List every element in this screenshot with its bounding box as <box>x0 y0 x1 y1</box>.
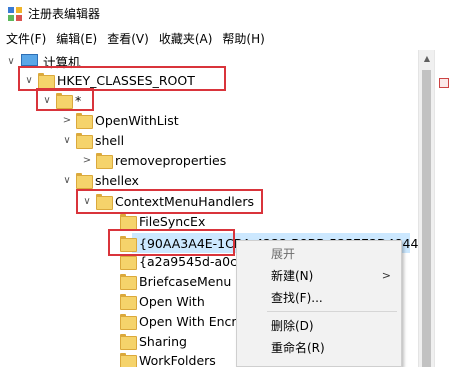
menu-item-new-label: 新建(N) <box>271 269 314 283</box>
menu-help[interactable]: 帮助(H) <box>218 28 268 50</box>
annotation-box-star <box>36 88 94 111</box>
tree-label-shellex: shellex <box>95 172 139 188</box>
chevron-down-icon[interactable]: ∨ <box>4 51 18 71</box>
tree-label-child: FileSyncEx <box>139 213 206 229</box>
values-pane[interactable] <box>434 50 451 367</box>
tree-node-openwithlist[interactable]: > OpenWithList <box>60 110 179 130</box>
menu-separator <box>267 311 397 312</box>
chevron-right-icon[interactable]: > <box>80 150 94 170</box>
chevron-right-icon: > <box>381 269 391 282</box>
folder-icon <box>76 133 93 149</box>
folder-icon <box>120 254 137 270</box>
menu-edit[interactable]: 编辑(E) <box>52 28 101 50</box>
chevron-down-icon[interactable]: ∨ <box>60 170 74 190</box>
menu-item-expand[interactable]: 展开 <box>237 243 401 265</box>
tree-node-removeproperties[interactable]: > removeproperties <box>80 150 226 170</box>
folder-icon <box>120 214 137 230</box>
scroll-up-arrow-icon[interactable]: ▲ <box>419 50 435 66</box>
tree-node-shellex[interactable]: ∨ shellex <box>60 170 139 190</box>
tree-node-child[interactable]: WorkFolders <box>104 350 216 367</box>
tree-node-child[interactable]: Open With <box>104 291 205 311</box>
folder-icon <box>96 153 113 169</box>
window-title: 注册表编辑器 <box>28 7 101 21</box>
folder-icon <box>120 294 137 310</box>
string-value-icon <box>439 78 449 88</box>
tree-node-child[interactable]: FileSyncEx <box>104 211 205 231</box>
tree-label-child: Open With Encry <box>139 313 244 329</box>
annotation-box-selected-key <box>108 229 235 256</box>
tree-label-child: Sharing <box>139 333 187 349</box>
vertical-scrollbar[interactable]: ▲ <box>418 50 434 367</box>
tree-label-child: Open With <box>139 293 205 309</box>
menu-item-rename[interactable]: 重命名(R) <box>237 337 401 359</box>
menu-bar: 文件(F) 编辑(E) 查看(V) 收藏夹(A) 帮助(H) <box>0 28 451 50</box>
tree-label-child: WorkFolders <box>139 352 216 367</box>
folder-icon <box>76 113 93 129</box>
tree-node-child[interactable]: Open With Encry <box>104 311 244 331</box>
folder-icon <box>120 334 137 350</box>
title-bar: 注册表编辑器 <box>0 0 451 28</box>
tree-node-shell[interactable]: ∨ shell <box>60 130 124 150</box>
menu-item-new[interactable]: 新建(N) > <box>237 265 401 287</box>
folder-icon <box>120 314 137 330</box>
menu-file[interactable]: 文件(F) <box>2 28 50 50</box>
folder-icon <box>76 173 93 189</box>
tree-label-child: BriefcaseMenu <box>139 273 232 289</box>
tree-label-openwithlist: OpenWithList <box>95 112 179 128</box>
folder-icon <box>120 274 137 290</box>
chevron-right-icon[interactable]: > <box>60 110 74 130</box>
menu-favorites[interactable]: 收藏夹(A) <box>155 28 217 50</box>
tree-label-shell: shell <box>95 132 125 148</box>
context-menu: 展开 新建(N) > 查找(F)... 删除(D) 重命名(R) <box>236 240 402 367</box>
menu-item-delete[interactable]: 删除(D) <box>237 315 401 337</box>
tree-node-child[interactable]: Sharing <box>104 331 187 351</box>
tree-node-child[interactable]: BriefcaseMenu <box>104 271 231 291</box>
regedit-icon <box>8 7 22 21</box>
folder-icon <box>120 353 137 367</box>
scroll-thumb[interactable] <box>422 70 431 367</box>
chevron-down-icon[interactable]: ∨ <box>60 130 74 150</box>
menu-view[interactable]: 查看(V) <box>103 28 153 50</box>
menu-item-find[interactable]: 查找(F)... <box>237 287 401 309</box>
tree-label-removeproperties: removeproperties <box>115 152 227 168</box>
annotation-box-contextmenuhandlers <box>76 189 263 214</box>
